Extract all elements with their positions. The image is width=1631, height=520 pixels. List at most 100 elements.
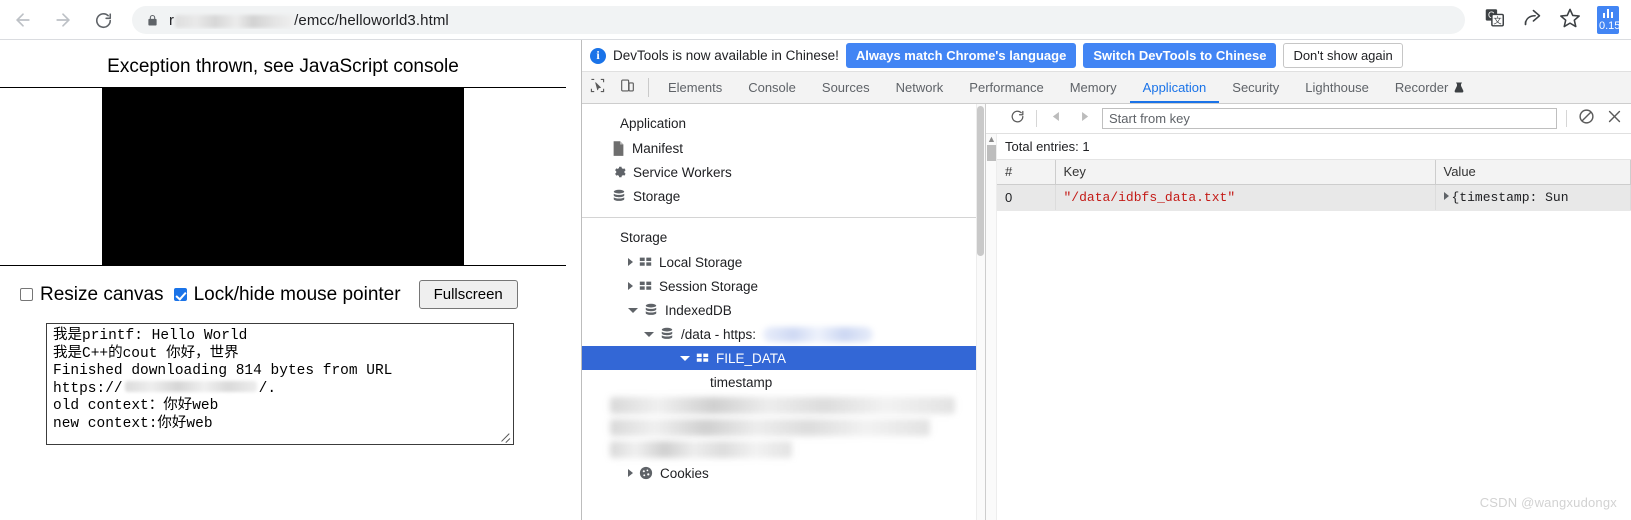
tab-console[interactable]: Console <box>735 72 809 103</box>
extension-value: 0.15 <box>1597 20 1621 34</box>
tab-recorder[interactable]: Recorder <box>1382 72 1478 103</box>
devtools-body: Application Manifest Service Workers Sto… <box>582 104 1631 520</box>
share-icon <box>1522 7 1543 33</box>
cell-key[interactable]: "/data/idbfs_data.txt" <box>1055 184 1436 211</box>
extension-icon <box>1597 6 1619 20</box>
sidebar-item-cookies[interactable]: Cookies <box>582 462 976 484</box>
sidebar-redacted-row-2 <box>610 419 930 436</box>
toolbar-separator-2 <box>1566 110 1567 127</box>
inspect-element-button[interactable] <box>582 72 612 103</box>
sidebar-item-service-workers[interactable]: Service Workers <box>582 160 976 184</box>
tab-application[interactable]: Application <box>1129 72 1220 103</box>
sidebar-application-header: Application <box>620 116 687 131</box>
sidebar-item-session-storage-label: Session Storage <box>659 278 759 294</box>
next-page-button[interactable] <box>1071 107 1097 131</box>
main-panel-scrollbar[interactable]: ▲ <box>986 134 997 520</box>
cell-value[interactable]: {timestamp: Sun <box>1435 184 1631 211</box>
fullscreen-button[interactable]: Fullscreen <box>418 280 518 309</box>
sidebar-item-service-workers-label: Service Workers <box>633 164 732 180</box>
sidebar-redacted-row-3 <box>610 441 792 458</box>
reload-button[interactable] <box>86 3 120 37</box>
database-icon <box>612 189 626 203</box>
sidebar-item-indexeddb[interactable]: IndexedDB <box>582 298 976 322</box>
scroll-up-arrow-icon[interactable]: ▲ <box>987 135 996 144</box>
browser-toolbar: r/emcc/helloworld3.html G 文 <box>0 0 1631 40</box>
refresh-button[interactable] <box>1004 107 1030 131</box>
column-header-key[interactable]: Key <box>1055 160 1436 185</box>
switch-devtools-language-button[interactable]: Switch DevTools to Chinese <box>1083 43 1277 68</box>
expand-value-icon[interactable] <box>1443 191 1449 200</box>
chevron-down-icon[interactable] <box>644 331 654 337</box>
output-line-5: old context：你好web <box>53 398 219 414</box>
textarea-resize-grip[interactable] <box>499 430 511 442</box>
clear-objectstore-icon <box>1578 108 1595 130</box>
info-icon: i <box>590 47 606 64</box>
sidebar-item-timestamp-index[interactable]: timestamp <box>582 370 976 394</box>
tab-performance[interactable]: Performance <box>956 72 1056 103</box>
address-bar[interactable]: r/emcc/helloworld3.html <box>132 6 1465 34</box>
lock-pointer-label: Lock/hide mouse pointer <box>193 283 401 305</box>
previous-page-button[interactable] <box>1043 107 1069 131</box>
sidebar-item-storage-label: Storage <box>633 188 681 204</box>
sidebar-item-file-data-label: FILE_DATA <box>716 350 787 366</box>
url-suffix: /emcc/helloworld3.html <box>294 11 449 29</box>
tab-security[interactable]: Security <box>1219 72 1292 103</box>
infobar-message: DevTools is now available in Chinese! <box>613 48 839 63</box>
sidebar-item-manifest-label: Manifest <box>632 140 684 156</box>
tab-lighthouse[interactable]: Lighthouse <box>1292 72 1382 103</box>
sidebar-item-storage[interactable]: Storage <box>582 184 976 208</box>
gear-icon <box>612 165 626 179</box>
chevron-down-icon[interactable] <box>680 355 690 361</box>
sidebar-item-file-data[interactable]: FILE_DATA <box>582 346 976 370</box>
sidebar-item-database-label: /data - https: <box>681 326 757 342</box>
chevron-down-icon[interactable] <box>628 307 638 313</box>
device-toolbar-button[interactable] <box>612 72 642 103</box>
output-line-6: new context:你好web <box>53 415 213 432</box>
indexeddb-data-panel: ▲ Total entries: 1 # Key Value <box>986 104 1631 520</box>
sidebar-item-indexeddb-label: IndexedDB <box>665 302 732 318</box>
sidebar-scrollbar-thumb[interactable] <box>977 106 984 256</box>
resize-canvas-label: Resize canvas <box>40 283 164 305</box>
device-toolbar-icon <box>620 78 635 98</box>
tab-sources[interactable]: Sources <box>809 72 883 103</box>
tab-memory[interactable]: Memory <box>1057 72 1130 103</box>
sidebar-scrollbar[interactable] <box>976 104 985 520</box>
sidebar-item-session-storage[interactable]: Session Storage <box>582 274 976 298</box>
translate-button[interactable]: G 文 <box>1477 3 1511 37</box>
sidebar-item-manifest[interactable]: Manifest <box>582 136 976 160</box>
tab-network[interactable]: Network <box>883 72 957 103</box>
clear-objectstore-button[interactable] <box>1573 107 1599 131</box>
back-button[interactable] <box>6 3 40 37</box>
chevron-right-icon[interactable] <box>628 469 633 477</box>
extension-badge[interactable]: 0.15 <box>1589 3 1627 37</box>
chevron-right-icon[interactable] <box>628 258 633 266</box>
sidebar-item-timestamp-label: timestamp <box>710 374 773 390</box>
forward-button[interactable] <box>46 3 80 37</box>
always-match-language-button[interactable]: Always match Chrome's language <box>845 43 1077 68</box>
share-button[interactable] <box>1515 3 1549 37</box>
arrow-right-icon <box>53 10 73 30</box>
chevron-right-icon[interactable] <box>628 282 633 290</box>
page-status-text: Exception thrown, see JavaScript console <box>107 56 459 77</box>
sidebar-item-local-storage[interactable]: Local Storage <box>582 250 976 274</box>
output-textarea[interactable]: 我是printf: Hello World 我是C++的cout 你好，世界 F… <box>46 323 514 445</box>
column-header-value[interactable]: Value <box>1435 160 1631 185</box>
table-icon <box>639 280 652 293</box>
lock-pointer-checkbox[interactable]: Lock/hide mouse pointer <box>173 283 401 306</box>
dont-show-again-button[interactable]: Don't show again <box>1283 43 1403 68</box>
bookmark-button[interactable] <box>1553 3 1587 37</box>
devtools-tabbar: Elements Console Sources Network Perform… <box>582 72 1631 104</box>
table-row[interactable]: 0 "/data/idbfs_data.txt" {timestamp: Sun <box>997 184 1631 211</box>
close-button[interactable] <box>1601 107 1627 131</box>
sidebar-item-database[interactable]: /data - https: <box>582 322 976 346</box>
resize-canvas-checkbox[interactable]: Resize canvas <box>20 284 164 306</box>
emscripten-canvas[interactable] <box>102 88 464 265</box>
indexeddb-content: Total entries: 1 # Key Value 0 "/data/id… <box>997 134 1631 211</box>
column-header-index[interactable]: # <box>997 160 1056 185</box>
start-from-key-input[interactable] <box>1102 108 1557 129</box>
devtools-panel: i DevTools is now available in Chinese! … <box>581 40 1631 520</box>
tab-elements[interactable]: Elements <box>655 72 735 103</box>
main-panel-scrollbar-thumb[interactable] <box>987 145 996 161</box>
table-icon <box>639 256 652 269</box>
checkbox-box <box>20 288 33 301</box>
